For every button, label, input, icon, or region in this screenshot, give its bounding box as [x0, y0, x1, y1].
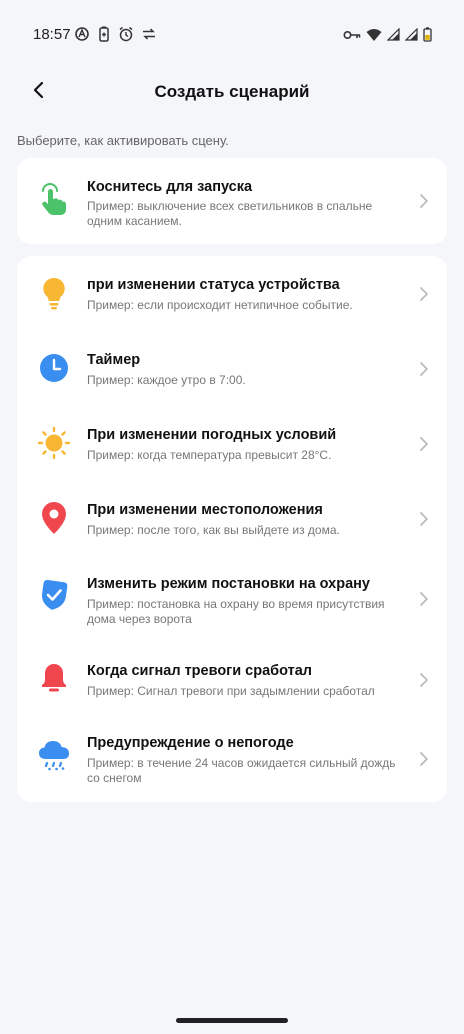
trigger-description: Пример: Сигнал тревоги при задымлении ср… [87, 684, 375, 698]
trigger-item-timer[interactable]: Таймер Пример: каждое утро в 7:00. [17, 331, 447, 406]
trigger-title: при изменении статуса устройства [87, 277, 340, 293]
page-title: Создать сценарий [154, 82, 310, 101]
trigger-item-device-status[interactable]: при изменении статуса устройства Пример:… [17, 256, 447, 331]
battery-icon [423, 27, 432, 47]
wifi-icon [366, 28, 382, 47]
trigger-item-location[interactable]: При изменении местоположения Пример: пос… [17, 481, 447, 556]
trigger-title: Коснитесь для запуска [87, 179, 253, 195]
trigger-description: Пример: в течение 24 часов ожидается сил… [87, 756, 396, 785]
clock-icon [37, 351, 71, 385]
battery-saver-icon [98, 26, 110, 47]
alarm-bell-icon [37, 660, 71, 694]
subtitle: Выберите, как активировать сцену. [17, 133, 229, 148]
trigger-title: Изменить режим постановки на охрану [87, 576, 370, 592]
home-indicator[interactable] [176, 1018, 288, 1023]
trigger-title: Предупреждение о непогоде [87, 735, 294, 751]
trigger-item-bad-weather[interactable]: Предупреждение о непогоде Пример: в тече… [17, 714, 447, 802]
trigger-item-alarm[interactable]: Когда сигнал тревоги сработал Пример: Си… [17, 642, 447, 714]
trigger-title: При изменении местоположения [87, 502, 323, 518]
vpn-icon [74, 26, 90, 47]
header: Создать сценарий [0, 70, 464, 114]
status-time: 18:57 [33, 26, 71, 43]
status-bar: 18:57 [0, 0, 464, 70]
status-left-icons [74, 26, 156, 47]
trigger-description: Пример: постановка на охрану во время пр… [87, 597, 385, 626]
snow-cloud-icon [37, 738, 71, 772]
shield-check-icon [37, 578, 71, 612]
trigger-description: Пример: каждое утро в 7:00. [87, 373, 246, 387]
location-pin-icon [37, 501, 71, 535]
manual-trigger-card: Коснитесь для запуска Пример: выключение… [17, 158, 447, 244]
chevron-right-icon [420, 437, 428, 451]
trigger-description: Пример: после того, как вы выйдете из до… [87, 523, 340, 537]
chevron-right-icon [420, 512, 428, 526]
signal-icon [404, 27, 418, 46]
trigger-description: Пример: если происходит нетипичное событ… [87, 298, 353, 312]
status-right-icons [343, 27, 432, 47]
trigger-title: Таймер [87, 352, 141, 368]
auto-trigger-card: при изменении статуса устройства Пример:… [17, 256, 447, 802]
chevron-right-icon [420, 673, 428, 687]
trigger-title: При изменении погодных условий [87, 427, 337, 443]
data-transfer-icon [142, 27, 156, 46]
chevron-right-icon [420, 194, 428, 208]
chevron-right-icon [420, 752, 428, 766]
trigger-title: Когда сигнал тревоги сработал [87, 663, 312, 679]
key-icon [343, 28, 361, 46]
trigger-item-weather[interactable]: При изменении погодных условий Пример: к… [17, 406, 447, 481]
chevron-right-icon [420, 287, 428, 301]
chevron-right-icon [420, 362, 428, 376]
trigger-item-manual[interactable]: Коснитесь для запуска Пример: выключение… [17, 158, 447, 244]
trigger-description: Пример: когда температура превысит 28°C. [87, 448, 332, 462]
bulb-icon [37, 276, 71, 310]
trigger-description: Пример: выключение всех светильников в с… [87, 199, 373, 228]
chevron-right-icon [420, 592, 428, 606]
alarm-icon [118, 26, 134, 47]
tap-hand-icon [37, 182, 71, 216]
signal-icon [386, 27, 400, 46]
trigger-item-security-mode[interactable]: Изменить режим постановки на охрану Прим… [17, 556, 447, 642]
sun-icon [37, 426, 71, 460]
